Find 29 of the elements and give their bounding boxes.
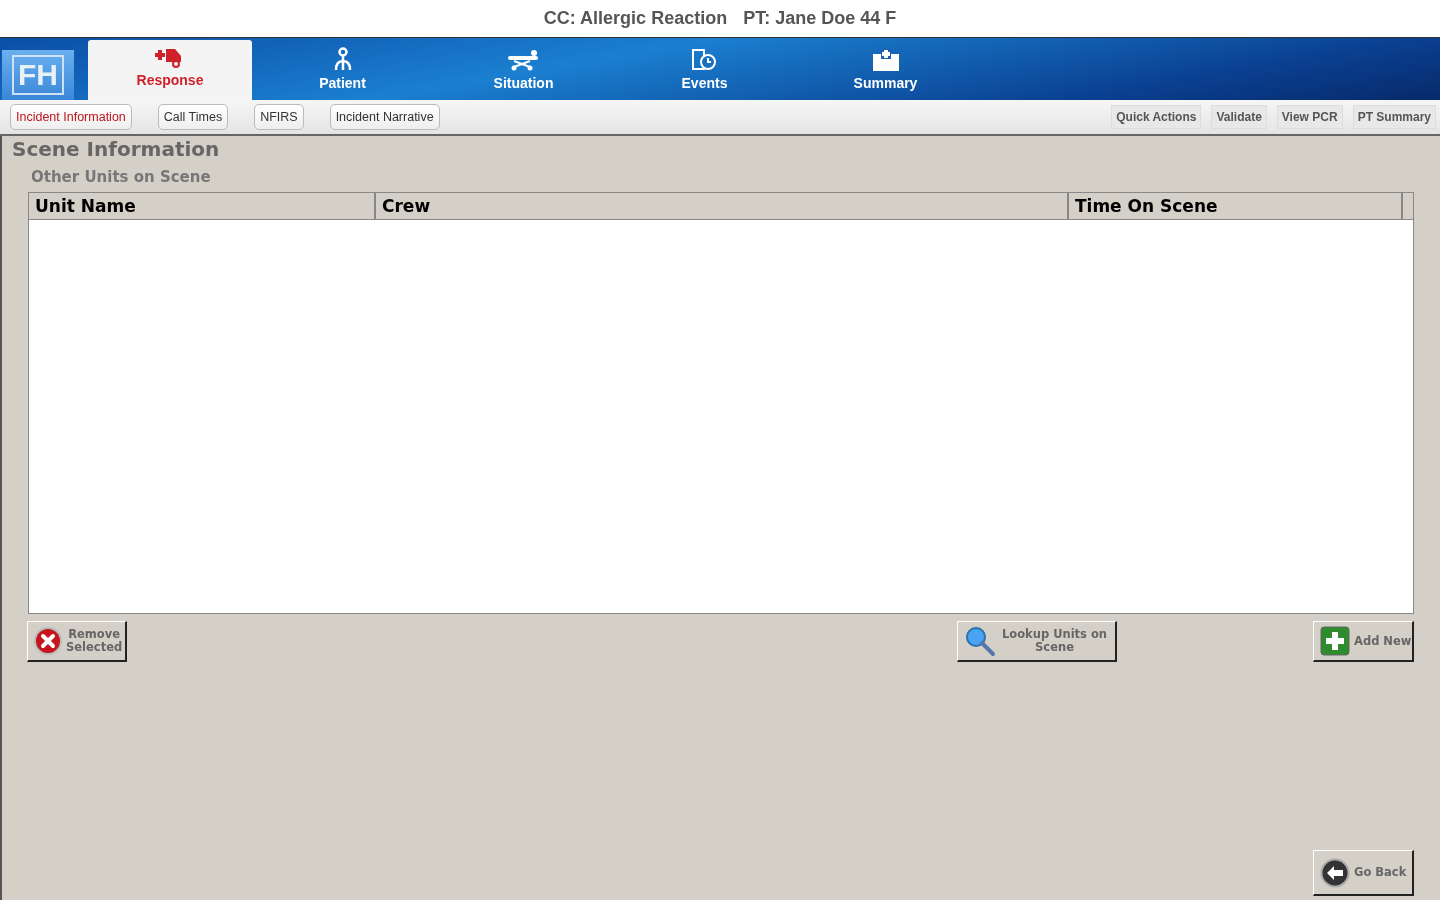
sub-tab[interactable]: Incident Information [10,104,132,130]
sub-tab[interactable]: Call Times [157,104,229,130]
action-button[interactable]: PT Summary [1352,105,1436,129]
action-button[interactable]: View PCR [1276,105,1343,129]
nav-tab[interactable]: Summary [795,38,976,100]
nav-tab[interactable]: Patient [252,38,433,100]
section-title: Scene Information [12,136,221,161]
chief-complaint: CC: Allergic Reaction [543,8,728,29]
sub-tab[interactable]: NFIRS [254,104,304,130]
close-icon [34,627,62,655]
subsection-title: Other Units on Scene [31,168,212,186]
nav-tab[interactable]: Response [88,40,252,100]
column-header[interactable]: Time On Scene [1068,193,1403,219]
action-button[interactable]: Quick Actions [1111,105,1202,129]
action-button[interactable]: Validate [1211,105,1267,129]
remove-button[interactable]: Remove Selected [27,621,127,662]
column-header[interactable]: Unit Name [29,193,376,219]
hospital-icon [872,49,899,71]
nav-tab[interactable]: Events [614,38,795,100]
patient-info: PT: Jane Doe 44 F [743,8,897,29]
add-icon [1320,626,1350,656]
search-button[interactable]: Lookup Units on Scene [957,621,1117,662]
clock-icon [691,49,718,71]
search-icon [964,625,996,657]
nav-tab[interactable]: Situation [433,38,614,100]
column-header[interactable]: Crew [376,193,1069,219]
add-button[interactable]: Add New [1313,621,1414,662]
go-back-button[interactable]: Go Back [1313,850,1414,896]
sub-tab[interactable]: Incident Narrative [329,104,440,130]
